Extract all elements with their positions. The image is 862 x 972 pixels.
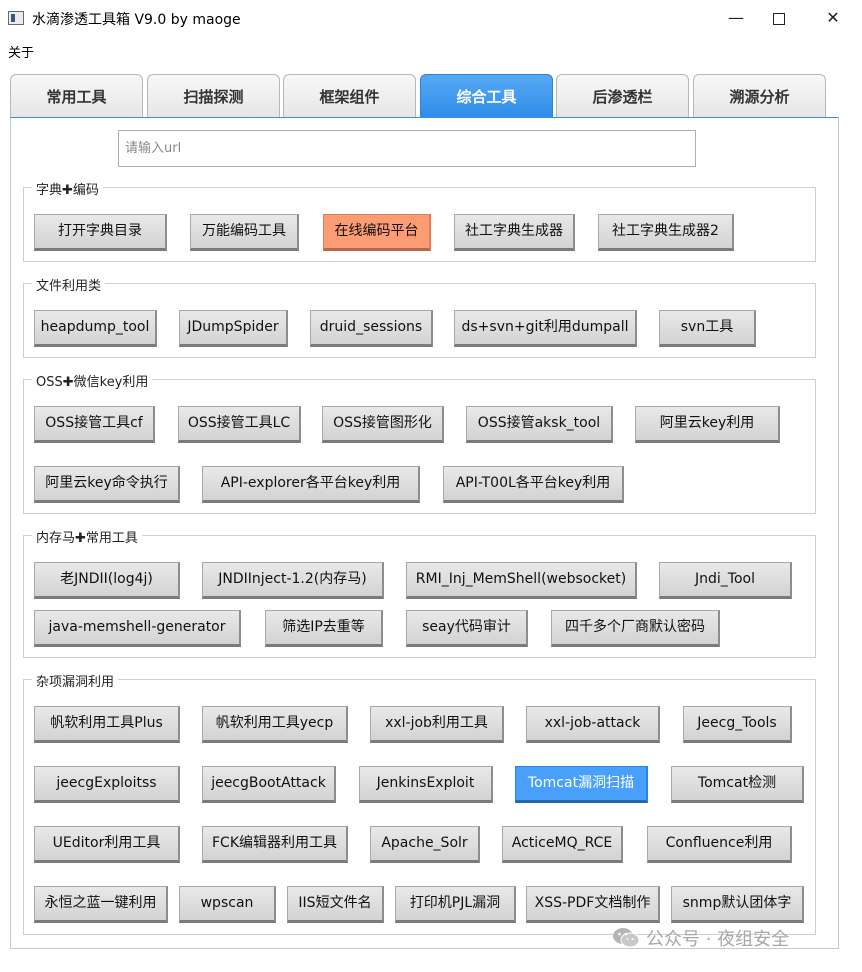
xxl-job-tool-button[interactable]: xxl-job利用工具 (370, 706, 504, 743)
jndiinject-button[interactable]: JNDIInject-1.2(内存马) (202, 562, 384, 599)
app-icon (8, 11, 24, 25)
aliyun-key-exec-button[interactable]: 阿里云key命令执行 (34, 466, 180, 503)
oss-takeover-lc-button[interactable]: OSS接管工具LC (178, 406, 301, 443)
jeecg-tools-button[interactable]: Jeecg_Tools (683, 706, 792, 743)
druid-sessions-button[interactable]: druid_sessions (310, 310, 433, 347)
menu-about[interactable]: 关于 (8, 42, 34, 61)
dumpall-button[interactable]: ds+svn+git利用dumpall (454, 310, 637, 347)
xxl-job-attack-button[interactable]: xxl-job-attack (526, 706, 660, 743)
tab-post-exploitation[interactable]: 后渗透栏 (556, 74, 689, 117)
ueditor-tool-button[interactable]: UEditor利用工具 (34, 826, 180, 863)
fanruan-yecp-button[interactable]: 帆软利用工具yecp (202, 706, 348, 743)
svn-tool-button[interactable]: svn工具 (659, 310, 756, 347)
api-t00l-button[interactable]: API-T00L各平台key利用 (443, 466, 624, 503)
maximize-button[interactable] (756, 0, 802, 36)
menu-bar: 关于 (0, 38, 862, 64)
social-dict-generator2-button[interactable]: 社工字典生成器2 (598, 214, 734, 251)
url-input[interactable] (118, 130, 696, 167)
group-title: 杂项漏洞利用 (32, 671, 119, 690)
group-title: OSS✚微信key利用 (32, 371, 153, 390)
jeecg-exploitss-button[interactable]: jeecgExploitss (34, 766, 180, 803)
tab-framework[interactable]: 框架组件 (283, 74, 416, 117)
jenkins-exploit-button[interactable]: JenkinsExploit (359, 766, 493, 803)
group-title: 文件利用类 (32, 275, 106, 294)
confluence-button[interactable]: Confluence利用 (647, 826, 792, 863)
close-button[interactable]: ✕ (810, 0, 856, 36)
tab-scan-detect[interactable]: 扫描探测 (147, 74, 280, 117)
tab-integrated-tools[interactable]: 综合工具 (420, 74, 553, 117)
minimize-button[interactable]: — (713, 0, 759, 36)
online-encoding-button[interactable]: 在线编码平台 (323, 214, 431, 251)
fanruan-plus-button[interactable]: 帆软利用工具Plus (34, 706, 180, 743)
window-title: 水滴渗透工具箱 V9.0 by maoge (32, 12, 241, 28)
tab-common-tools[interactable]: 常用工具 (10, 74, 143, 117)
social-dict-generator-button[interactable]: 社工字典生成器 (454, 214, 575, 251)
tomcat-vuln-scan-button[interactable]: Tomcat漏洞扫描 (515, 766, 648, 803)
rmi-memshell-button[interactable]: RMI_Inj_MemShell(websocket) (406, 562, 637, 599)
tomcat-check-button[interactable]: Tomcat检测 (671, 766, 804, 803)
memshell-generator-button[interactable]: java-memshell-generator (34, 610, 241, 647)
jeecgboot-attack-button[interactable]: jeecgBootAttack (202, 766, 336, 803)
apache-solr-button[interactable]: Apache_Solr (370, 826, 480, 863)
aliyun-key-button[interactable]: 阿里云key利用 (635, 406, 780, 443)
oss-takeover-cf-button[interactable]: OSS接管工具cf (34, 406, 155, 443)
api-explorer-button[interactable]: API-explorer各平台key利用 (202, 466, 420, 503)
group-title: 内存马✚常用工具 (32, 527, 142, 546)
wpscan-button[interactable]: wpscan (179, 886, 276, 923)
oss-aksk-tool-button[interactable]: OSS接管aksk_tool (466, 406, 613, 443)
jdumpspider-button[interactable]: JDumpSpider (179, 310, 288, 347)
wechat-icon (613, 928, 640, 948)
watermark-text: 公众号 · 夜组安全 (646, 929, 790, 950)
heapdump-tool-button[interactable]: heapdump_tool (34, 310, 157, 347)
ip-dedupe-button[interactable]: 筛选IP去重等 (265, 610, 383, 647)
jndi-tool-button[interactable]: Jndi_Tool (659, 562, 792, 599)
maximize-icon (773, 12, 785, 25)
old-jndi-button[interactable]: 老JNDII(log4j) (34, 562, 180, 599)
fck-editor-tool-button[interactable]: FCK编辑器利用工具 (202, 826, 348, 863)
xss-pdf-button[interactable]: XSS-PDF文档制作 (526, 886, 660, 923)
snmp-community-button[interactable]: snmp默认团体字 (671, 886, 804, 923)
eternalblue-button[interactable]: 永恒之蓝一键利用 (34, 886, 168, 923)
tab-traceback-analysis[interactable]: 溯源分析 (693, 74, 826, 117)
open-dictionary-button[interactable]: 打开字典目录 (34, 214, 167, 251)
seay-audit-button[interactable]: seay代码审计 (406, 610, 528, 647)
group-title: 字典✚编码 (32, 179, 103, 198)
activemq-rce-button[interactable]: ActiceMQ_RCE (502, 826, 623, 863)
tab-bar: 常用工具 扫描探测 框架组件 综合工具 后渗透栏 溯源分析 (10, 74, 840, 118)
printer-pjl-button[interactable]: 打印机PJL漏洞 (395, 886, 516, 923)
oss-takeover-gui-button[interactable]: OSS接管图形化 (322, 406, 444, 443)
title-bar: 水滴渗透工具箱 V9.0 by maoge — ✕ (0, 0, 862, 36)
iis-shortname-button[interactable]: IIS短文件名 (287, 886, 384, 923)
default-passwords-button[interactable]: 四千多个厂商默认密码 (551, 610, 720, 647)
universal-encoder-button[interactable]: 万能编码工具 (190, 214, 299, 251)
